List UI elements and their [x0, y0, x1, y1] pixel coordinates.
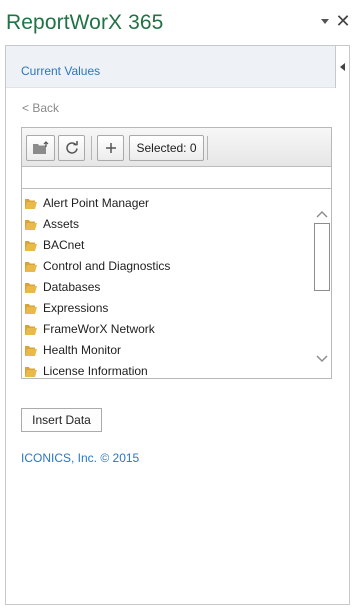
tree-item[interactable]: BACnet: [22, 235, 312, 256]
toolbar-separator: [91, 136, 92, 160]
tree-item-label: Databases: [43, 280, 101, 294]
tree-item[interactable]: Databases: [22, 277, 312, 298]
tree-item-label: BACnet: [43, 238, 85, 252]
tree-item[interactable]: Expressions: [22, 298, 312, 319]
section-header: Current Values: [6, 46, 335, 88]
back-link[interactable]: < Back: [22, 101, 59, 115]
refresh-button[interactable]: [58, 135, 85, 161]
tree-item-label: Alert Point Manager: [43, 196, 150, 210]
close-icon[interactable]: ✕: [335, 12, 351, 30]
folder-icon: [24, 344, 38, 362]
section-title: Current Values: [21, 64, 101, 78]
folder-icon: [24, 323, 38, 341]
caret-left-icon: [340, 63, 345, 71]
folder-up-button[interactable]: [26, 135, 55, 161]
tree-item[interactable]: Alert Point Manager: [22, 193, 312, 214]
tree-item-label: License Information: [43, 364, 148, 378]
scroll-up-icon[interactable]: [316, 206, 328, 218]
folder-icon: [24, 365, 38, 378]
copyright-text: ICONICS, Inc. © 2015: [21, 451, 140, 465]
title-bar: ReportWorX 365 ✕: [0, 0, 356, 44]
tree-item-label: Assets: [43, 217, 80, 231]
folder-icon: [24, 302, 38, 320]
tree-item[interactable]: Health Monitor: [22, 340, 312, 361]
tree-item-label: Health Monitor: [43, 343, 122, 357]
scroll-thumb[interactable]: [314, 223, 330, 291]
tree-item[interactable]: License Information: [22, 361, 312, 378]
folder-icon: [24, 218, 38, 236]
refresh-icon: [65, 141, 78, 154]
plus-icon: [105, 143, 116, 153]
folder-icon: [24, 239, 38, 257]
collapse-pane-button[interactable]: [335, 46, 349, 88]
folder-up-icon: [32, 141, 48, 154]
tree-item-label: FrameWorX Network: [43, 322, 155, 336]
selected-count-button[interactable]: Selected: 0: [129, 135, 204, 161]
scroll-down-icon[interactable]: [316, 351, 328, 362]
insert-data-button[interactable]: Insert Data: [21, 408, 102, 432]
tree-item[interactable]: FrameWorX Network: [22, 319, 312, 340]
tree-item-label: Control and Diagnostics: [43, 259, 171, 273]
tree-item[interactable]: Control and Diagnostics: [22, 256, 312, 277]
caret-down-icon[interactable]: [318, 14, 332, 28]
toolbar-separator: [207, 136, 208, 160]
app-title: ReportWorX 365: [6, 11, 164, 34]
folder-icon: [24, 260, 38, 278]
browser-toolbar: Selected: 0: [22, 128, 331, 167]
folder-icon: [24, 281, 38, 299]
tree-item[interactable]: Assets: [22, 214, 312, 235]
tree-item-label: Expressions: [43, 301, 109, 315]
add-button[interactable]: [97, 135, 124, 161]
tree-scrollbar[interactable]: [312, 190, 331, 378]
folder-icon: [24, 197, 38, 215]
task-pane: Current Values < Back Selected: 0 Alert …: [5, 45, 350, 605]
filter-input[interactable]: [22, 167, 331, 189]
tag-browser: Selected: 0 Alert Point Manager Assets BAC…: [21, 127, 332, 379]
folder-tree: Alert Point Manager Assets BACnet Control a…: [22, 190, 331, 378]
